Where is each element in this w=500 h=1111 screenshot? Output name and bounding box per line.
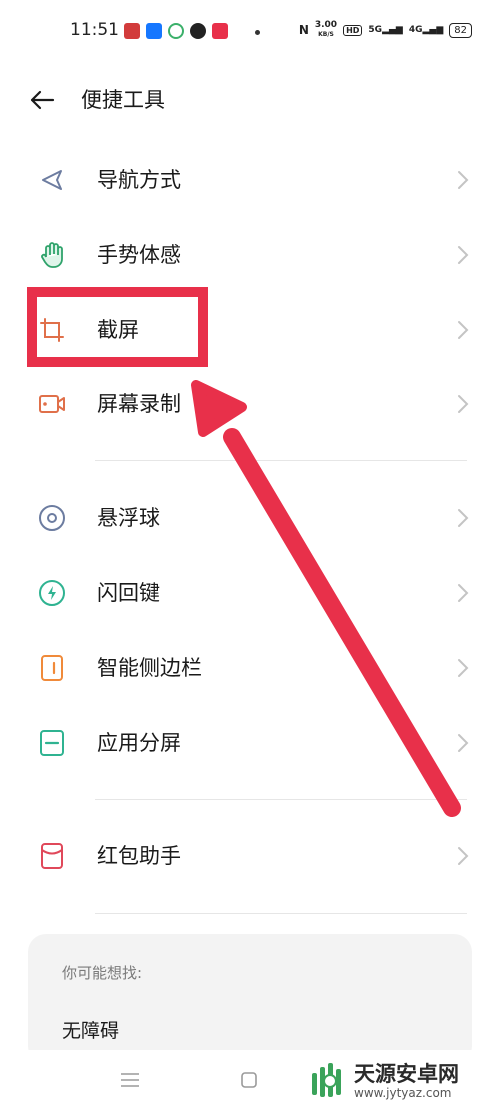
menu-item-label: 闪回键 [97, 581, 160, 605]
page-header: 便捷工具 [0, 78, 500, 122]
menu-item-label: 导航方式 [97, 168, 181, 192]
menu-item-label: 智能侧边栏 [97, 656, 202, 680]
smart-sidebar-icon [38, 654, 66, 682]
suggestion-item-accessibility[interactable]: 无障碍 [62, 1016, 119, 1043]
battery-icon: 82 [449, 22, 472, 38]
status-time: 11:51 [70, 20, 119, 40]
android-logo-icon [312, 1063, 341, 1097]
menu-item-label: 红包助手 [97, 844, 181, 868]
chevron-right-icon [458, 847, 469, 865]
menu-item-screenshot[interactable]: 截屏 [0, 300, 500, 360]
menu-item-floating-ball[interactable]: 悬浮球 [0, 488, 500, 548]
alipay-notification-icon [146, 23, 162, 39]
map-notification-icon [190, 23, 206, 39]
status-bar: 11:51 N 3.00 KB/S HD 5G▂▄▆ 4G▂▄▆ 82 [0, 0, 500, 64]
red-envelope-icon [38, 842, 66, 870]
notification-icons [124, 23, 228, 39]
watermark-name: 天源安卓网 [354, 1062, 459, 1086]
menu-item-label: 手势体感 [97, 243, 181, 267]
system-icons: N 3.00 KB/S HD 5G▂▄▆ 4G▂▄▆ 82 [299, 21, 472, 39]
floating-ball-icon [38, 504, 66, 532]
menu-item-screen-record[interactable]: 屏幕录制 [0, 374, 500, 434]
site-watermark: 天源安卓网 www.jytyaz.com [306, 1056, 496, 1106]
app-notification-icon [124, 23, 140, 39]
section-divider [95, 460, 467, 461]
hand-gesture-icon [38, 241, 66, 269]
flashback-key-icon [38, 579, 66, 607]
chevron-right-icon [458, 395, 469, 413]
menu-item-gesture[interactable]: 手势体感 [0, 225, 500, 285]
nfc-icon: N [298, 23, 309, 37]
chevron-right-icon [458, 584, 469, 602]
navigation-arrow-icon [38, 166, 66, 194]
page-title: 便捷工具 [81, 88, 165, 112]
signal-4g-label: 4G [408, 25, 423, 35]
chevron-right-icon [458, 509, 469, 527]
menu-item-split-screen[interactable]: 应用分屏 [0, 713, 500, 773]
recent-apps-button[interactable] [118, 1070, 142, 1090]
menu-item-navigation[interactable]: 导航方式 [0, 150, 500, 210]
suggestions-title: 你可能想找: [62, 964, 143, 982]
chat-notification-icon [168, 23, 184, 39]
chevron-right-icon [458, 734, 469, 752]
crop-screenshot-icon [38, 316, 66, 344]
back-arrow-icon [30, 90, 55, 110]
chevron-right-icon [458, 659, 469, 677]
section-divider [95, 913, 467, 914]
signal-4g-icon: 4G▂▄▆ [408, 25, 444, 35]
watermark-text: 天源安卓网 www.jytyaz.com [354, 1062, 459, 1100]
menu-item-label: 悬浮球 [97, 506, 160, 530]
network-speed: 3.00 KB/S [315, 21, 337, 39]
screen-record-icon [38, 390, 66, 418]
watermark-url: www.jytyaz.com [354, 1086, 452, 1100]
network-speed-value: 3.00 [314, 20, 338, 30]
menu-item-label: 屏幕录制 [97, 392, 181, 416]
split-screen-icon [38, 729, 66, 757]
chevron-right-icon [458, 171, 469, 189]
hd-badge: HD [343, 24, 363, 36]
signal-5g-label: 5G [368, 25, 383, 35]
menu-item-red-envelope[interactable]: 红包助手 [0, 826, 500, 886]
menu-item-smart-sidebar[interactable]: 智能侧边栏 [0, 638, 500, 698]
back-button[interactable] [26, 84, 58, 116]
network-speed-unit: KB/S [318, 31, 334, 38]
menu-item-label: 应用分屏 [97, 731, 181, 755]
menu-item-flashback-key[interactable]: 闪回键 [0, 563, 500, 623]
chevron-right-icon [458, 321, 469, 339]
home-button[interactable] [240, 1071, 258, 1089]
suggestions-card: 你可能想找: 无障碍 [28, 934, 472, 1064]
signal-5g-icon: 5G▂▄▆ [368, 25, 403, 35]
menu-item-label: 截屏 [97, 318, 139, 342]
section-divider [95, 799, 467, 800]
more-notifications-dot-icon [255, 30, 260, 35]
shop-notification-icon [212, 23, 228, 39]
chevron-right-icon [458, 246, 469, 264]
